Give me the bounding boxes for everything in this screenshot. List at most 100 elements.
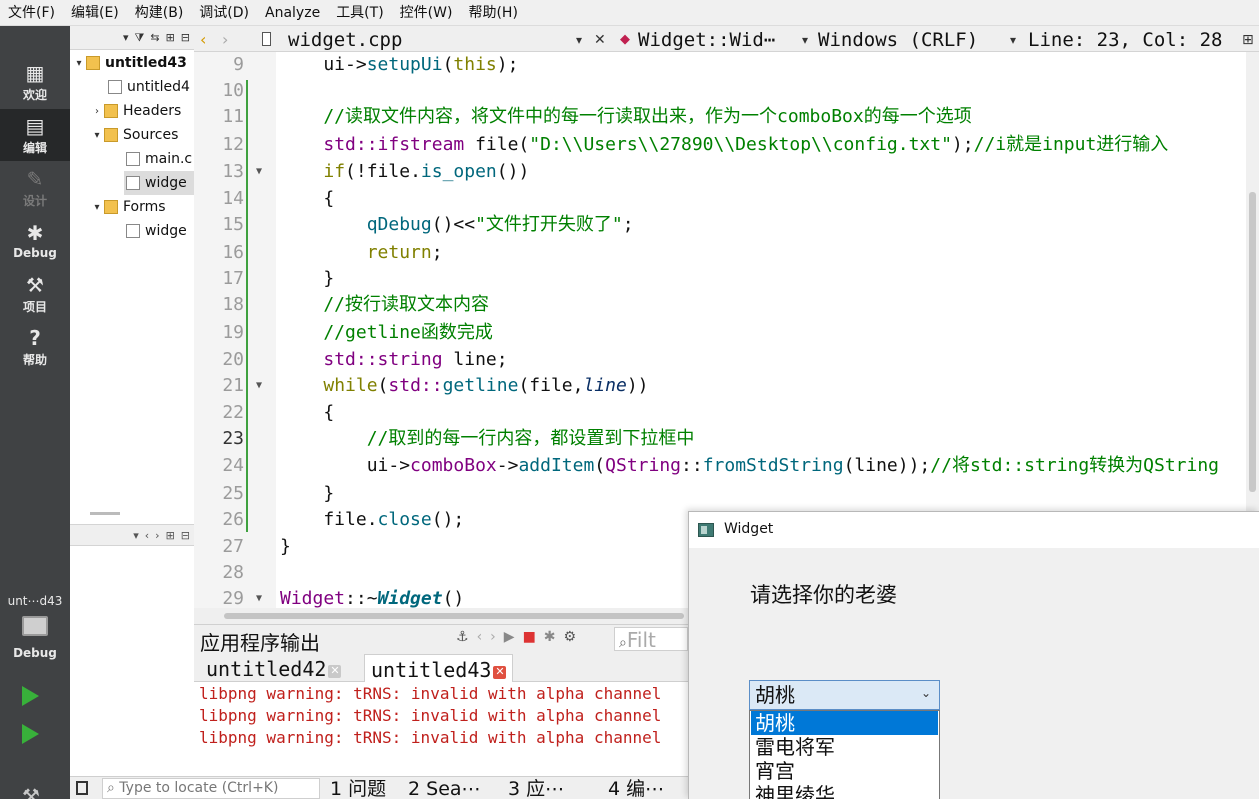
wife-combobox[interactable]: 胡桃 ⌄ (749, 680, 940, 710)
pane-issues[interactable]: 1 问题 (330, 777, 386, 799)
run-button[interactable] (22, 686, 46, 712)
menu-analyze[interactable]: Analyze (257, 0, 328, 26)
scrollbar-thumb[interactable] (1249, 192, 1256, 492)
menu-help[interactable]: 帮助(H) (460, 0, 525, 26)
menu-build[interactable]: 构建(B) (127, 0, 192, 26)
dropdown-icon[interactable]: ▾ (133, 529, 139, 542)
mode-debug[interactable]: ✱ Debug (0, 215, 70, 267)
mode-welcome[interactable]: ▦ 欢迎 (0, 56, 70, 108)
menu-debug[interactable]: 调试(D) (191, 0, 257, 26)
close-file-icon[interactable]: ✕ (594, 26, 606, 52)
menu-edit[interactable]: 编辑(E) (63, 0, 127, 26)
mode-help[interactable]: ? 帮助 (0, 321, 70, 373)
tree-splitter[interactable] (70, 502, 194, 524)
tree-label: widge (145, 223, 187, 239)
mode-label: Debug (13, 246, 57, 260)
output-tab-untitled43[interactable]: untitled43 ✕ (364, 654, 514, 682)
tree-item-project[interactable]: ▾ untitled43 (72, 51, 186, 75)
scrollbar-thumb[interactable] (224, 613, 684, 619)
tree-item-widget-ui[interactable]: widge (126, 219, 187, 243)
mode-edit[interactable]: ▤ 编辑 (0, 109, 70, 161)
chevron-down-icon[interactable]: ▾ (802, 26, 808, 52)
mode-design[interactable]: ✎ 设计 (0, 162, 70, 214)
option-yoimiya[interactable]: 宵宫 (751, 759, 938, 783)
toggle-sidebar-icon[interactable] (76, 781, 88, 795)
locator-input[interactable]: ⌕ Type to locate (Ctrl+K) (102, 778, 320, 799)
option-hutao[interactable]: 胡桃 (751, 711, 938, 735)
pane-app-output[interactable]: 3 应⋯ (508, 777, 564, 799)
project-tree: ▾ untitled43 untitled4 › Headers ▾ Sourc… (70, 50, 194, 502)
code-line-11: //读取文件内容，将文件中的每一行读取出来，作为一个comboBox的每一个选项 (280, 106, 972, 127)
tree-item-forms[interactable]: ▾ Forms (90, 195, 165, 219)
kit-selector[interactable]: unt⋯d43 Debug (0, 586, 70, 676)
file-icon (126, 152, 140, 166)
fold-arrow-icon[interactable]: ▼ (256, 380, 262, 391)
file-tab[interactable]: widget.cpp (288, 26, 578, 52)
close-panel-icon[interactable]: ⊟ (181, 529, 190, 542)
forward-icon[interactable]: › (222, 26, 228, 52)
menu-bar: 文件(F) 编辑(E) 构建(B) 调试(D) Analyze 工具(T) 控件… (0, 0, 1259, 26)
close-panel-icon[interactable]: ⊟ (181, 31, 190, 44)
chevron-down-icon: ▾ (94, 201, 100, 213)
menu-file[interactable]: 文件(F) (0, 0, 63, 26)
stop-icon[interactable]: ■ (523, 629, 536, 645)
application-output[interactable]: libpng warning: tRNS: invalid with alpha… (194, 682, 688, 776)
line-number: 25 (222, 483, 244, 504)
tree-item-headers[interactable]: › Headers (90, 99, 181, 123)
close-tab-icon[interactable]: ✕ (328, 665, 342, 678)
fold-arrow-icon[interactable]: ▼ (256, 593, 262, 604)
output-tab-untitled42[interactable]: untitled42 ✕ (200, 654, 347, 682)
play-icon (22, 686, 39, 706)
code-line-26: file.close(); (280, 509, 465, 530)
split-icon[interactable]: ⊞ (166, 31, 175, 44)
status-bar: ⌕ Type to locate (Ctrl+K) 1 问题 2 Sea⋯ 3 … (70, 776, 688, 799)
attach-icon[interactable]: ⚓ (456, 629, 469, 645)
fold-arrow-icon[interactable]: ▼ (256, 166, 262, 177)
menu-tools[interactable]: 工具(T) (328, 0, 391, 26)
back-icon[interactable]: ‹ (200, 26, 206, 52)
line-number-gutter: 9 10 11 12 13 ▼ 14 15 16 17 18 19 20 21 … (194, 52, 276, 609)
tree-item-main-cpp[interactable]: main.c (126, 147, 192, 171)
cursor-position[interactable]: Line: 23, Col: 28 (1028, 26, 1242, 52)
dropdown-icon[interactable]: ▾ (123, 31, 129, 44)
output-pane-header: 应用程序输出 ⚓ ‹ › ▶ ■ ✱ ⚙ ⌕Filt (194, 624, 688, 655)
editor-horizontal-scrollbar[interactable] (194, 608, 688, 624)
tree-label: Headers (123, 103, 182, 119)
debug-icon[interactable]: ✱ (544, 629, 556, 645)
close-tab-icon[interactable]: ✕ (493, 666, 507, 679)
pane-search[interactable]: 2 Sea⋯ (408, 777, 481, 799)
chevron-down-icon[interactable]: ▾ (1010, 26, 1016, 52)
window-titlebar[interactable]: Widget (689, 512, 1259, 548)
encoding-selector[interactable]: Windows (CRLF) (818, 26, 1008, 52)
rerun-icon[interactable]: ▶ (504, 629, 515, 645)
gear-icon[interactable]: ⚙ (564, 629, 577, 645)
menu-widgets[interactable]: 控件(W) (392, 0, 461, 26)
symbol-selector[interactable]: Widget::Wid⋯ (638, 26, 794, 52)
back-icon[interactable]: ‹ (477, 629, 483, 645)
tree-item-sources[interactable]: ▾ Sources (90, 123, 178, 147)
split-icon[interactable]: ⊞ (166, 529, 175, 542)
option-raiden[interactable]: 雷电将军 (751, 735, 938, 759)
tree-item-widget-cpp[interactable]: widge (124, 171, 194, 195)
folder-icon (104, 200, 118, 214)
search-icon: ⌕ (619, 635, 627, 651)
mode-projects[interactable]: ⚒ 项目 (0, 268, 70, 320)
pane-compile-output[interactable]: 4 编⋯ (608, 777, 664, 799)
chevron-down-icon[interactable]: ▾ (576, 26, 582, 52)
filter-icon[interactable]: ⧩ (135, 31, 145, 45)
debug-run-button[interactable] (22, 724, 46, 750)
option-ayaka[interactable]: 神里绫华 (751, 783, 938, 799)
link-icon[interactable]: ⇆ (150, 31, 159, 44)
back-icon[interactable]: ‹ (145, 529, 149, 542)
pencil-icon: ✎ (26, 166, 44, 191)
chevron-down-icon: ▾ (76, 57, 82, 69)
tree-item-pro-file[interactable]: untitled4 (108, 75, 190, 99)
hammer-icon[interactable]: ⚒ (22, 784, 40, 799)
forward-icon[interactable]: › (155, 529, 159, 542)
code-line-16: return; (366, 242, 443, 263)
search-icon: ⌕ (107, 780, 120, 796)
file-icon (126, 176, 140, 190)
forward-icon[interactable]: › (490, 629, 496, 645)
output-filter-input[interactable]: ⌕Filt (614, 627, 688, 651)
split-editor-icon[interactable]: ⊞ (1242, 26, 1254, 52)
